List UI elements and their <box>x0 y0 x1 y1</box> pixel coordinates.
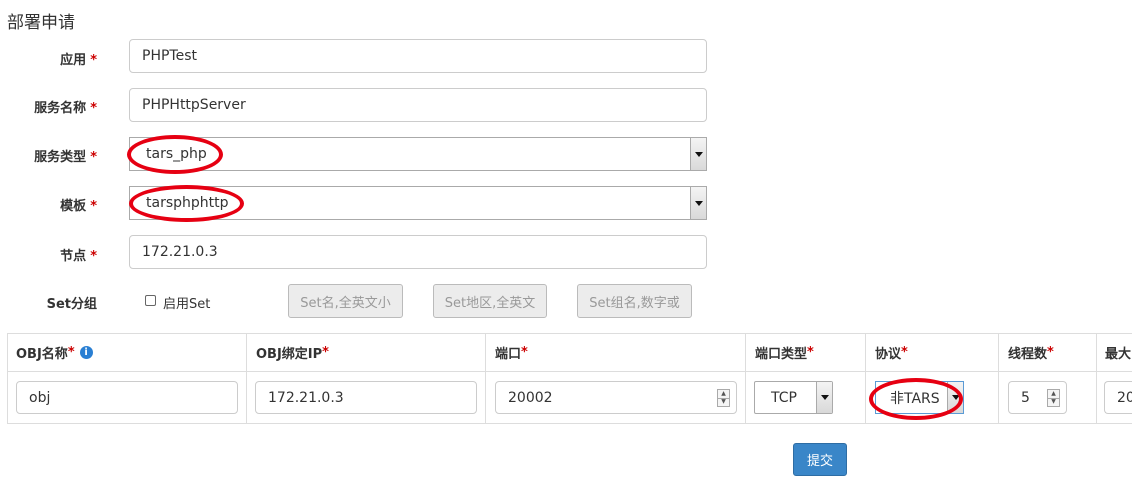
submit-button[interactable]: 提交 <box>793 443 847 476</box>
enable-set-label: 启用Set <box>163 297 211 312</box>
template-label: 模板 * <box>60 199 97 214</box>
header-max: 最大 <box>1105 347 1132 362</box>
port-stepper[interactable]: ▲ ▼ <box>717 389 730 407</box>
server-type-select[interactable]: tars_php <box>129 137 707 171</box>
app-label: 应用 * <box>60 53 97 68</box>
app-input[interactable]: PHPTest <box>129 39 707 73</box>
header-threads: 线程数 * <box>1008 345 1054 362</box>
header-protocol: 协议 * <box>875 345 908 362</box>
node-label: 节点 * <box>60 249 97 264</box>
chevron-down-icon[interactable] <box>947 382 963 413</box>
threads-stepper[interactable]: ▲ ▼ <box>1047 389 1060 407</box>
max-input[interactable]: 20 <box>1104 381 1132 414</box>
template-select[interactable]: tarsphphttp <box>129 186 707 220</box>
page-title: 部署申请 <box>7 13 75 33</box>
threads-input[interactable]: 5 ▲ ▼ <box>1008 381 1067 414</box>
header-bind-ip: OBJ绑定IP * <box>256 345 329 362</box>
port-type-select[interactable]: TCP <box>754 381 833 414</box>
header-port-type: 端口类型 * <box>755 345 814 362</box>
obj-name-input[interactable]: obj <box>16 381 238 414</box>
server-name-input[interactable]: PHPHttpServer <box>129 88 707 122</box>
server-type-label: 服务类型 * <box>34 150 97 165</box>
enable-set-checkbox[interactable] <box>145 295 156 306</box>
info-icon[interactable]: i <box>79 346 93 359</box>
set-group-label: Set分组 <box>46 297 97 312</box>
set-group-input[interactable]: Set组名,数字或 <box>577 284 692 318</box>
port-input[interactable]: 20002 ▲ ▼ <box>495 381 737 414</box>
header-port: 端口 * <box>495 345 528 362</box>
server-name-label: 服务名称 * <box>34 101 97 116</box>
set-area-input[interactable]: Set地区,全英文 <box>433 284 547 318</box>
chevron-down-icon[interactable] <box>816 382 832 413</box>
chevron-down-icon[interactable] <box>690 138 706 170</box>
chevron-down-icon[interactable] <box>690 187 706 219</box>
bind-ip-input[interactable]: 172.21.0.3 <box>255 381 477 414</box>
node-input[interactable]: 172.21.0.3 <box>129 235 707 269</box>
obj-table: OBJ名称 * i OBJ绑定IP * 端口 * 端口类型 * 协议 * 线程数 * 最大 o… <box>7 333 1132 424</box>
header-obj-name: OBJ名称 * i <box>16 334 93 371</box>
set-name-input[interactable]: Set名,全英文小 <box>288 284 403 318</box>
protocol-select[interactable]: 非TARS <box>875 381 964 414</box>
